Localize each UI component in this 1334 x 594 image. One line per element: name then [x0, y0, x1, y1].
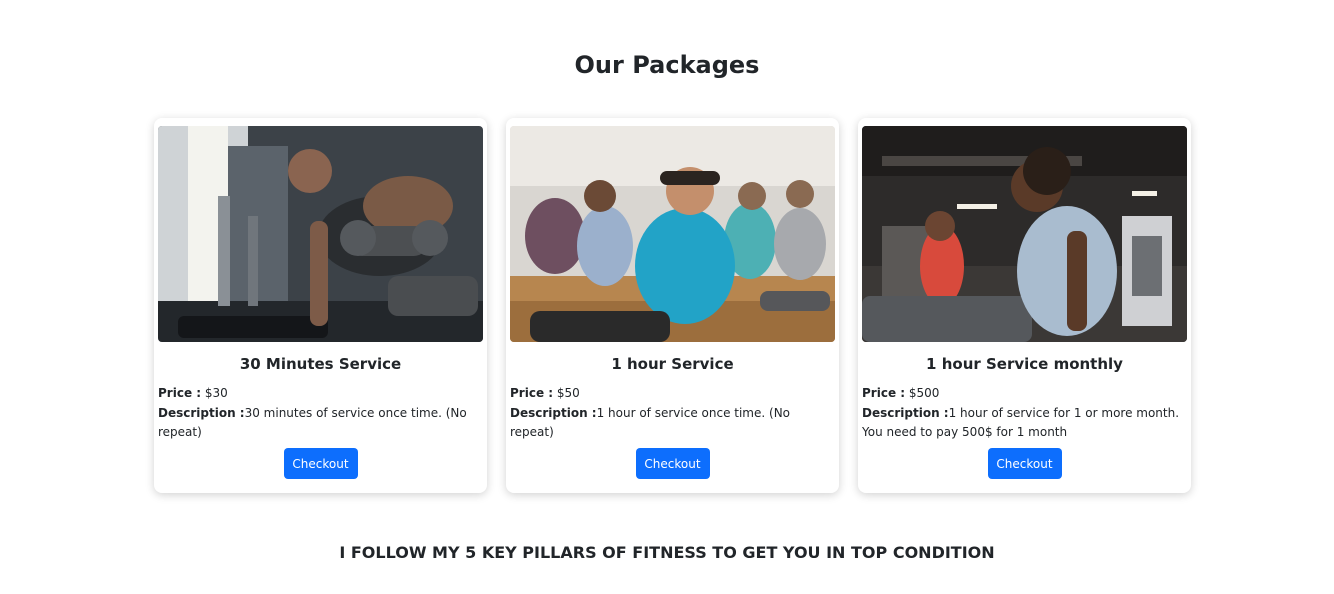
group-situps-class-photo	[510, 126, 835, 342]
checkout-button[interactable]: Checkout	[635, 448, 710, 479]
package-description: Description :1 hour of service once time…	[510, 404, 835, 443]
package-card-1-hour-monthly: 1 hour Service monthly Price : $500 Desc…	[858, 118, 1191, 493]
treadmill-running-photo	[862, 126, 1187, 342]
price-label: Price :	[158, 386, 202, 400]
package-price: Price : $500	[862, 384, 1187, 404]
package-price: Price : $50	[510, 384, 835, 404]
page: Our Packages 30 Minutes Service Price: …	[0, 0, 1334, 594]
package-card-1-hour: 1 hour Service Price : $50 Description :…	[506, 118, 839, 493]
checkout-button[interactable]: Checkout	[283, 448, 358, 479]
price-value: $30	[201, 386, 228, 400]
package-card-30-minutes: 30 Minutes Service Price : $30 Descripti…	[154, 118, 487, 493]
section-title: Our Packages	[574, 51, 760, 79]
price-value: $50	[553, 386, 580, 400]
package-price: Price : $30	[158, 384, 483, 404]
description-label: Description :	[862, 405, 949, 420]
price-value: $500	[905, 386, 940, 400]
price-label: Price :	[510, 386, 554, 400]
description-label: Description :	[158, 405, 245, 420]
price-label: Price :	[862, 386, 906, 400]
checkout-button[interactable]: Checkout	[987, 448, 1062, 479]
package-title: 1 hour Service	[611, 355, 734, 373]
description-label: Description :	[510, 405, 597, 420]
package-title: 30 Minutes Service	[239, 355, 402, 373]
package-description: Description :1 hour of service for 1 or …	[862, 404, 1187, 443]
package-cards: 30 Minutes Service Price : $30 Descripti…	[154, 118, 1191, 493]
gym-dumbbell-row-photo	[158, 126, 483, 342]
package-title: 1 hour Service monthly	[926, 355, 1123, 373]
pillars-heading: I FOLLOW MY 5 KEY PILLARS OF FITNESS TO …	[339, 543, 995, 562]
package-description: Description :30 minutes of service once …	[158, 404, 483, 443]
